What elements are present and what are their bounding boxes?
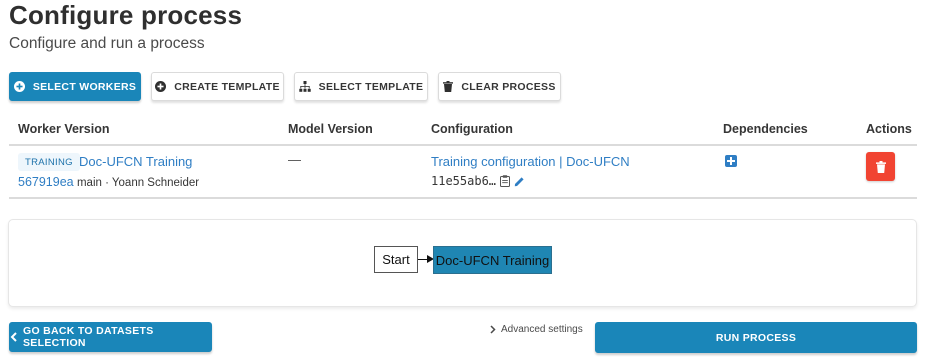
revision-link[interactable]: 567919ea [18,175,74,189]
branch-author: main · Yoann Schneider [76,177,200,189]
select-template-button[interactable]: SELECT TEMPLATE [294,72,428,101]
configuration-hash: 11e55ab6… [431,174,497,188]
trash-icon [443,81,454,92]
graph-node-start: Start [374,246,418,273]
clipboard-icon[interactable] [500,175,511,187]
chevron-right-icon [490,325,496,334]
configuration-hash-row: 11e55ab6… [431,174,525,188]
plus-circle-icon [155,81,167,92]
clear-process-button[interactable]: CLEAR PROCESS [438,72,561,101]
header-actions: Actions [866,122,912,136]
header-worker-version: Worker Version [18,122,110,136]
advanced-settings-label: Advanced settings [501,324,583,335]
sitemap-icon [298,81,311,92]
clear-process-label: CLEAR PROCESS [461,80,556,93]
configuration-link[interactable]: Training configuration | Doc-UFCN [431,154,630,169]
select-template-label: SELECT TEMPLATE [318,80,424,93]
table-header: Worker Version Model Version Configurati… [0,116,928,146]
header-configuration: Configuration [431,122,513,136]
worker-type-tag: TRAINING [18,153,80,171]
create-template-button[interactable]: CREATE TEMPLATE [151,72,284,101]
row-divider [9,197,917,199]
pencil-icon[interactable] [514,176,525,187]
graph-edge [418,255,434,263]
chevron-left-icon [10,332,17,342]
delete-worker-button[interactable] [866,152,895,181]
model-version-value: — [288,152,301,167]
trash-icon [875,160,886,173]
create-template-label: CREATE TEMPLATE [174,80,280,93]
back-label: GO BACK TO DATASETS SELECTION [23,325,154,349]
page-title: Configure process [9,0,243,30]
run-process-button[interactable]: RUN PROCESS [595,322,917,353]
plus-circle-icon [13,81,25,92]
page-subtitle: Configure and run a process [9,35,205,52]
advanced-settings-toggle[interactable]: Advanced settings [490,324,583,335]
header-dependencies: Dependencies [723,122,808,136]
header-divider [9,144,917,146]
add-dependency-button[interactable] [725,155,737,167]
back-to-datasets-button[interactable]: GO BACK TO DATASETS SELECTION [9,322,212,352]
select-workers-button[interactable]: SELECT WORKERS [9,72,141,101]
worker-name-link[interactable]: Doc-UFCN Training [79,154,192,169]
header-model-version: Model Version [288,122,373,136]
run-process-label: RUN PROCESS [715,331,797,344]
graph-node-worker[interactable]: Doc-UFCN Training [433,246,552,274]
worker-meta: 567919ea main · Yoann Schneider [18,175,199,189]
select-workers-label: SELECT WORKERS [32,80,137,93]
